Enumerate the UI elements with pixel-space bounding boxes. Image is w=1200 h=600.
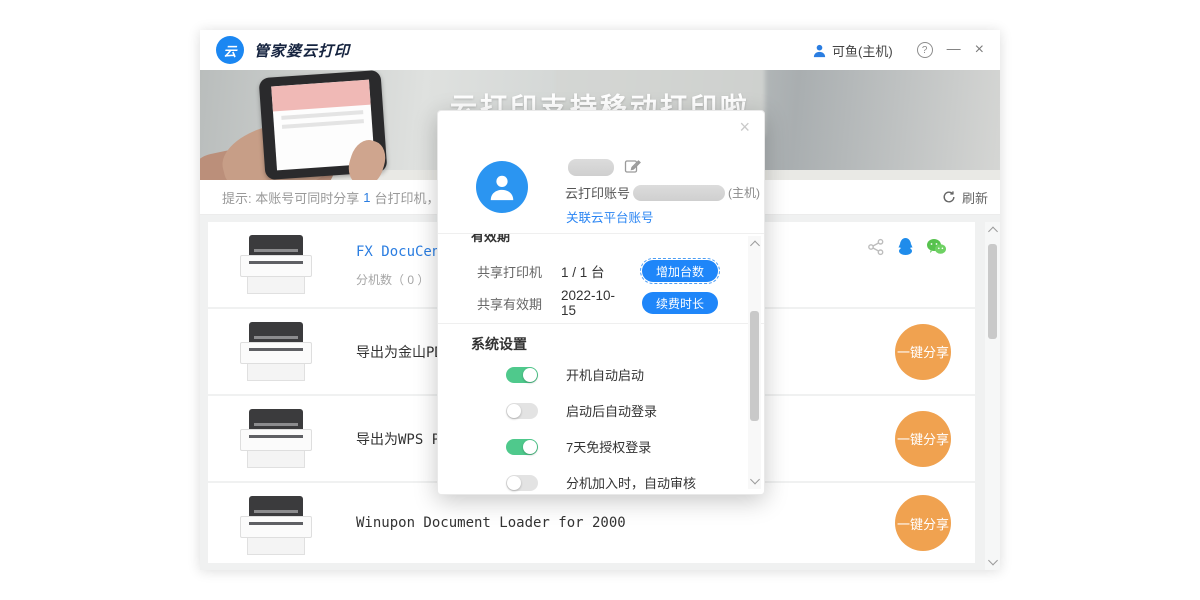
scroll-up-icon[interactable] bbox=[988, 227, 998, 237]
one-click-share-button[interactable]: 一键分享 bbox=[895, 411, 951, 467]
printer-name[interactable]: 导出为WPS PD bbox=[356, 429, 449, 449]
link-cloud-platform-account[interactable]: 关联云平台账号 bbox=[566, 207, 654, 226]
setting-autologin: 启动后自动登录 bbox=[438, 403, 764, 420]
printer-name[interactable]: 导出为金山PD bbox=[356, 342, 443, 362]
qq-share-icon[interactable] bbox=[897, 237, 914, 256]
user-name: 可鱼(主机) bbox=[832, 41, 893, 60]
setting-auto-approve: 分机加入时，自动审核 bbox=[438, 475, 764, 492]
validity-date: 2022-10-15 bbox=[561, 288, 622, 318]
one-click-share-button[interactable]: 一键分享 bbox=[895, 495, 951, 551]
settings-section-header: 系统设置 bbox=[471, 334, 527, 354]
setting-7day-auth: 7天免授权登录 bbox=[438, 439, 764, 456]
refresh-button[interactable]: 刷新 bbox=[942, 188, 988, 207]
account-label: 云打印账号 bbox=[565, 183, 630, 202]
scrollbar-thumb[interactable] bbox=[988, 244, 997, 339]
one-click-share-button[interactable]: 一键分享 bbox=[895, 324, 951, 380]
printer-image bbox=[240, 496, 312, 556]
app-logo: 云 bbox=[216, 36, 244, 64]
printer-image bbox=[240, 235, 312, 295]
divider bbox=[438, 323, 764, 324]
setting-label: 启动后自动登录 bbox=[566, 403, 657, 420]
user-icon bbox=[812, 43, 827, 58]
refresh-label: 刷新 bbox=[962, 188, 988, 207]
seven-day-auth-toggle[interactable] bbox=[506, 439, 538, 455]
setting-label: 7天免授权登录 bbox=[566, 439, 651, 456]
page: 云 管家婆云打印 可鱼(主机) ? — × bbox=[0, 0, 1200, 600]
setting-label: 分机加入时，自动审核 bbox=[566, 475, 696, 492]
refresh-icon bbox=[942, 190, 956, 204]
scroll-up-icon[interactable] bbox=[750, 241, 760, 251]
setting-autostart: 开机自动启动 bbox=[438, 367, 764, 384]
shared-printer-row: 共享打印机 1 / 1 台 增加台数 bbox=[477, 259, 750, 283]
add-printer-count-button[interactable]: 增加台数 bbox=[642, 260, 718, 282]
wechat-share-icon[interactable] bbox=[926, 238, 947, 256]
printer-image bbox=[240, 322, 312, 382]
printer-image bbox=[240, 409, 312, 469]
scroll-down-icon[interactable] bbox=[988, 556, 998, 566]
tip-count: 1 bbox=[363, 190, 370, 205]
account-settings-modal: × 云打印账号 (主机) 关联云平台账号 有效期 共享打印机 1 / 1 台 增… bbox=[437, 110, 765, 495]
autostart-toggle[interactable] bbox=[506, 367, 538, 383]
censored-account-id bbox=[633, 185, 725, 201]
share-link-icon[interactable] bbox=[867, 238, 885, 256]
validity-row: 共享有效期 2022-10-15 续费时长 bbox=[477, 291, 750, 315]
logo-cloud-glyph: 云 bbox=[223, 41, 236, 60]
close-window-icon[interactable]: × bbox=[975, 42, 984, 58]
validity-label: 共享有效期 bbox=[477, 294, 561, 313]
shared-printer-label: 共享打印机 bbox=[477, 262, 561, 281]
modal-scrollbar[interactable] bbox=[748, 236, 761, 489]
scroll-down-icon[interactable] bbox=[750, 475, 760, 485]
renew-button[interactable]: 续费时长 bbox=[642, 292, 718, 314]
titlebar: 云 管家婆云打印 可鱼(主机) ? — × bbox=[200, 30, 1000, 70]
printer-row-4[interactable]: Winupon Document Loader for 2000 一键分享 bbox=[208, 483, 975, 563]
cloud-account-line: 云打印账号 (主机) bbox=[565, 183, 760, 202]
minimize-icon[interactable]: — bbox=[947, 41, 961, 55]
list-scrollbar[interactable] bbox=[985, 222, 1000, 570]
censored-nickname bbox=[568, 159, 614, 176]
modal-close-icon[interactable]: × bbox=[739, 117, 750, 138]
host-suffix: (主机) bbox=[728, 184, 760, 201]
validity-section-header: 有效期 bbox=[471, 234, 510, 243]
avatar bbox=[476, 161, 528, 213]
shared-printer-value: 1 / 1 台 bbox=[561, 261, 622, 281]
autologin-toggle[interactable] bbox=[506, 403, 538, 419]
auto-approve-toggle[interactable] bbox=[506, 475, 538, 491]
edit-nickname-icon[interactable] bbox=[624, 158, 641, 175]
share-icons bbox=[867, 237, 947, 256]
app-title: 管家婆云打印 bbox=[254, 40, 350, 61]
printer-name[interactable]: Winupon Document Loader for 2000 bbox=[356, 515, 626, 531]
account-menu[interactable]: 可鱼(主机) bbox=[812, 41, 893, 60]
setting-label: 开机自动启动 bbox=[566, 367, 644, 384]
help-icon[interactable]: ? bbox=[917, 42, 933, 58]
scrollbar-thumb[interactable] bbox=[750, 311, 759, 421]
titlebar-right: 可鱼(主机) ? — × bbox=[812, 41, 984, 60]
tip-prefix: 提示: 本账号可同时分享 bbox=[222, 188, 359, 207]
extension-count: 分机数（ 0 ） bbox=[356, 271, 429, 288]
